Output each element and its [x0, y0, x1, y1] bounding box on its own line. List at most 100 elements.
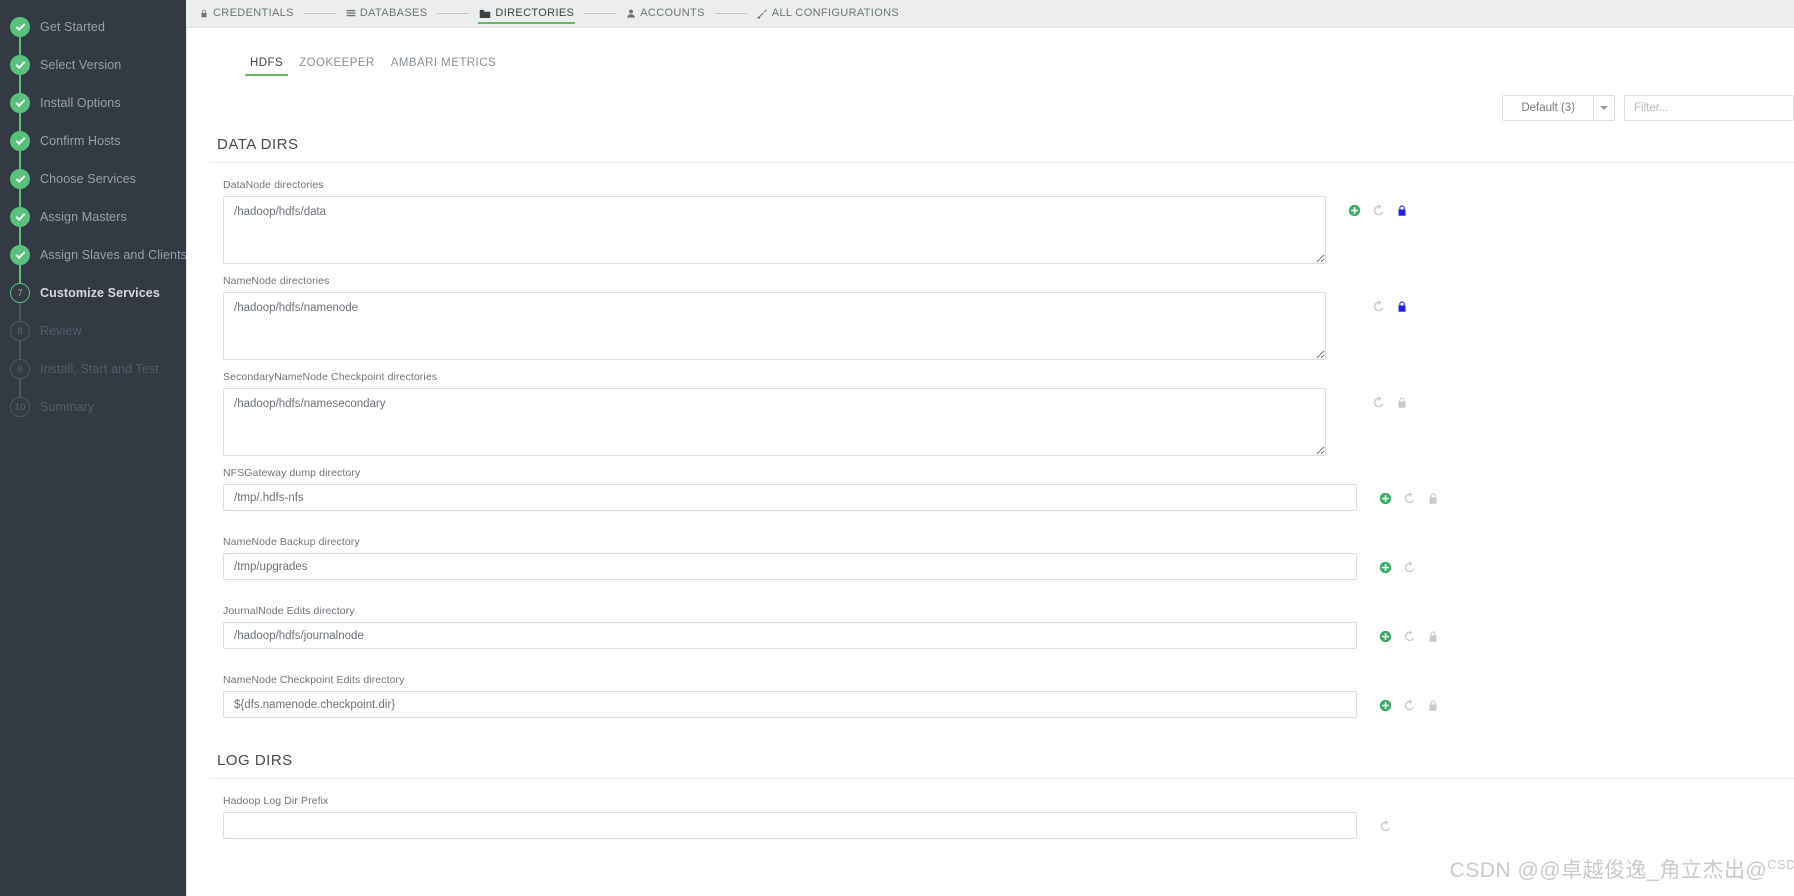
config-field-row	[223, 292, 1794, 360]
plus-icon[interactable]	[1348, 204, 1361, 218]
revert-icon[interactable]	[1372, 204, 1385, 218]
lock-open-icon[interactable]	[1427, 630, 1440, 644]
sidebar-step-label: Customize Services	[40, 286, 160, 300]
nav-item-directories[interactable]: DIRECTORIES	[478, 3, 576, 24]
sidebar-step-label: Select Version	[40, 58, 122, 72]
config-group-button[interactable]: Default (3)	[1502, 95, 1593, 121]
sidebar-step-choose-services[interactable]: Choose Services	[0, 160, 186, 218]
sidebar-step-assign-masters[interactable]: Assign Masters	[0, 198, 186, 256]
config-section: DATA DIRS DataNode directories NameNode di…	[187, 136, 1794, 718]
sidebar-step-label: Install, Start and Test	[40, 362, 159, 376]
step-check-icon	[10, 245, 30, 265]
nav-item-credentials[interactable]: CREDENTIALS	[198, 3, 295, 24]
lock-open-icon[interactable]	[1427, 492, 1440, 506]
config-field-row	[223, 622, 1794, 649]
config-textarea[interactable]	[223, 388, 1326, 456]
config-field-row	[223, 691, 1794, 718]
nav-item-all-configurations[interactable]: ALL CONFIGURATIONS	[756, 3, 900, 24]
config-input[interactable]	[223, 553, 1357, 580]
service-tab-hdfs[interactable]: HDFS	[242, 57, 291, 77]
revert-icon[interactable]	[1403, 630, 1416, 644]
nav-item-label: ACCOUNTS	[640, 7, 705, 19]
revert-icon[interactable]	[1379, 820, 1392, 834]
sidebar-step-label: Install Options	[40, 96, 121, 110]
lock-open-icon[interactable]	[1396, 396, 1409, 410]
revert-icon[interactable]	[1372, 300, 1385, 314]
service-tab-zookeeper[interactable]: ZOOKEEPER	[291, 57, 383, 76]
service-tab-ambari-metrics[interactable]: AMBARI METRICS	[383, 57, 504, 76]
config-field: DataNode directories	[223, 179, 1794, 264]
chevron-down-icon	[1600, 106, 1608, 110]
nav-item-accounts[interactable]: ACCOUNTS	[625, 3, 706, 24]
nav-separator	[437, 13, 470, 14]
sidebar-step-install-start-and-test[interactable]: 9 Install, Start and Test	[0, 350, 186, 408]
lock-closed-icon[interactable]	[1396, 204, 1409, 218]
step-number-badge: 10	[10, 397, 30, 417]
sidebar-step-label: Get Started	[40, 20, 106, 34]
config-toolbar: Default (3)	[187, 94, 1794, 122]
config-input[interactable]	[223, 691, 1357, 718]
config-field-label: Hadoop Log Dir Prefix	[223, 795, 329, 807]
section-body: DataNode directories NameNode directories…	[187, 163, 1794, 718]
config-group-dropdown-toggle[interactable]	[1593, 95, 1615, 121]
section-body: Hadoop Log Dir Prefix	[187, 779, 1794, 839]
sidebar-step-select-version[interactable]: Select Version	[0, 46, 186, 104]
wizard-sidebar: Get Started Select Version Install Options…	[0, 0, 188, 896]
sidebar-step-customize-services[interactable]: 7 Customize Services	[0, 274, 186, 332]
config-field: Hadoop Log Dir Prefix	[223, 795, 1794, 839]
config-field-actions	[1348, 292, 1409, 312]
nav-item-label: DIRECTORIES	[495, 7, 575, 19]
sidebar-step-label: Confirm Hosts	[40, 134, 121, 148]
step-number-badge: 8	[10, 321, 30, 341]
sidebar-step-get-started[interactable]: Get Started	[0, 8, 186, 66]
lock-closed-icon[interactable]	[1396, 300, 1409, 314]
nav-separator	[584, 13, 617, 14]
config-field-actions	[1379, 812, 1392, 832]
icon-spacer	[1348, 300, 1361, 314]
lock-open-icon[interactable]	[1427, 699, 1440, 713]
config-field-row	[223, 388, 1794, 456]
config-field: NFSGateway dump directory	[223, 467, 1794, 511]
config-field: NameNode directories	[223, 275, 1794, 360]
plus-icon[interactable]	[1379, 492, 1392, 506]
services-config-card: HDFS ZOOKEEPER AMBARI METRICS Default (3) …	[186, 27, 1794, 896]
sidebar-step-label: Assign Slaves and Clients	[40, 248, 188, 262]
sidebar-step-summary[interactable]: 10 Summary	[0, 388, 186, 426]
config-field-actions	[1379, 622, 1440, 644]
plus-icon[interactable]	[1379, 699, 1392, 713]
config-field-row	[223, 553, 1794, 580]
service-tabs: HDFS ZOOKEEPER AMBARI METRICS	[187, 28, 1794, 77]
config-field: JournalNode Edits directory	[223, 605, 1794, 649]
step-check-icon	[10, 131, 30, 151]
config-field-actions	[1379, 484, 1440, 506]
step-number-badge: 7	[10, 283, 30, 303]
step-check-icon	[10, 55, 30, 75]
revert-icon[interactable]	[1403, 699, 1416, 713]
filter-input[interactable]	[1624, 95, 1794, 121]
nav-item-databases[interactable]: DATABASES	[345, 3, 429, 24]
nav-item-label: CREDENTIALS	[213, 7, 294, 19]
config-sections: DATA DIRS DataNode directories NameNode di…	[187, 136, 1794, 839]
sidebar-step-review[interactable]: 8 Review	[0, 312, 186, 370]
config-textarea[interactable]	[223, 292, 1326, 360]
config-input[interactable]	[223, 622, 1357, 649]
revert-icon[interactable]	[1403, 561, 1416, 575]
sidebar-step-confirm-hosts[interactable]: Confirm Hosts	[0, 122, 186, 180]
config-input[interactable]	[223, 484, 1357, 511]
plus-icon[interactable]	[1379, 561, 1392, 575]
sidebar-step-assign-slaves-and-clients[interactable]: Assign Slaves and Clients	[0, 236, 188, 294]
sidebar-step-install-options[interactable]: Install Options	[0, 84, 186, 142]
config-input[interactable]	[223, 812, 1357, 839]
revert-icon[interactable]	[1403, 492, 1416, 506]
config-group-selector[interactable]: Default (3)	[1502, 95, 1615, 121]
sidebar-step-label: Summary	[40, 400, 95, 414]
plus-icon[interactable]	[1379, 630, 1392, 644]
nav-separator	[714, 13, 747, 14]
ambari-install-wizard: Get Started Select Version Install Options…	[0, 0, 1794, 896]
config-field-row	[223, 196, 1794, 264]
config-field: NameNode Backup directory	[223, 536, 1794, 580]
section-title: LOG DIRS	[217, 752, 293, 769]
revert-icon[interactable]	[1372, 396, 1385, 410]
step-number-badge: 9	[10, 359, 30, 379]
config-textarea[interactable]	[223, 196, 1326, 264]
